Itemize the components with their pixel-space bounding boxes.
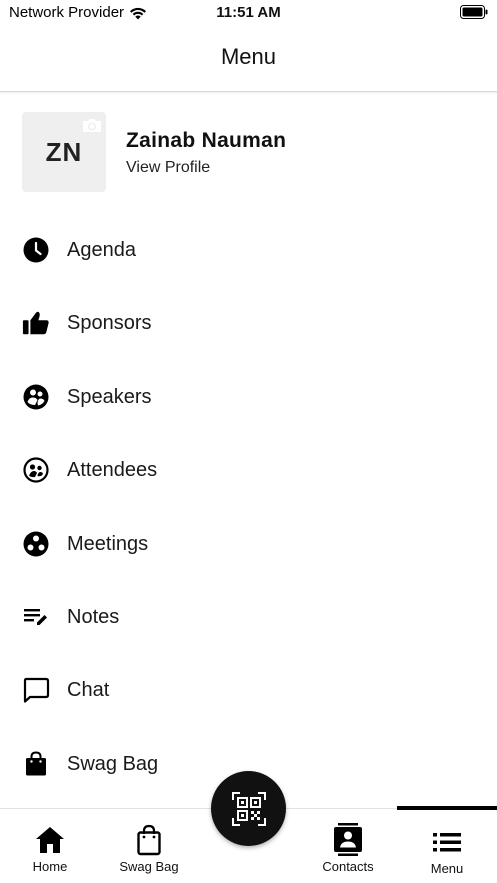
tab-home[interactable]: Home <box>22 809 78 883</box>
menu-item-meetings[interactable]: Meetings <box>22 520 477 568</box>
status-bar: Network Provider 11:51 AM <box>0 0 497 26</box>
tab-active-indicator <box>397 806 497 810</box>
menu-item-speakers[interactable]: Speakers <box>22 373 477 421</box>
list-menu-icon <box>430 825 464 859</box>
home-icon <box>33 823 67 857</box>
menu-item-agenda[interactable]: Agenda <box>22 226 477 274</box>
chat-bubble-icon <box>22 676 50 704</box>
tab-swag-bag-label: Swag Bag <box>119 859 179 874</box>
qr-scan-button[interactable] <box>211 771 286 846</box>
camera-icon[interactable] <box>82 117 102 133</box>
shopping-bag-icon <box>22 750 50 778</box>
avatar[interactable]: ZN <box>22 112 106 192</box>
tab-contacts-label: Contacts <box>322 859 374 874</box>
tab-swag-bag[interactable]: Swag Bag <box>114 809 184 883</box>
clock-icon <box>22 236 50 264</box>
tab-menu[interactable]: Menu <box>412 809 482 883</box>
menu-item-chat[interactable]: Chat <box>22 666 477 714</box>
notes-edit-icon <box>22 603 50 631</box>
menu-label: Agenda <box>67 238 136 261</box>
menu-label: Speakers <box>67 385 152 408</box>
menu-label: Meetings <box>67 532 149 555</box>
qr-scan-icon <box>231 791 266 826</box>
shopping-bag-outline-icon <box>132 823 166 857</box>
status-time: 11:51 AM <box>216 4 281 21</box>
people-circle-icon <box>22 383 50 411</box>
view-profile-link[interactable]: View Profile <box>126 159 210 177</box>
tab-contacts[interactable]: Contacts <box>316 809 380 883</box>
contacts-icon <box>331 823 365 857</box>
menu-label: Chat <box>67 678 110 701</box>
menu-label: Sponsors <box>67 311 152 334</box>
tab-menu-label: Menu <box>430 861 464 876</box>
avatar-initials: ZN <box>45 136 83 167</box>
face-circle-icon <box>22 456 50 484</box>
menu-label: Notes <box>67 605 120 628</box>
menu-label: Swag Bag <box>67 752 159 775</box>
profile-name: Zainab Nauman <box>126 129 287 152</box>
tab-home-label: Home <box>32 859 68 874</box>
thumbs-up-icon <box>22 309 50 337</box>
page-title: Menu <box>220 44 277 69</box>
menu-item-notes[interactable]: Notes <box>22 593 477 641</box>
menu-item-attendees[interactable]: Attendees <box>22 446 477 494</box>
group-circle-icon <box>22 530 50 558</box>
profile-card[interactable]: ZN Zainab Nauman View Profile <box>22 112 477 192</box>
battery-icon <box>460 5 488 19</box>
menu-item-sponsors[interactable]: Sponsors <box>22 299 477 347</box>
header: Menu <box>0 26 497 92</box>
menu-label: Attendees <box>67 458 158 481</box>
